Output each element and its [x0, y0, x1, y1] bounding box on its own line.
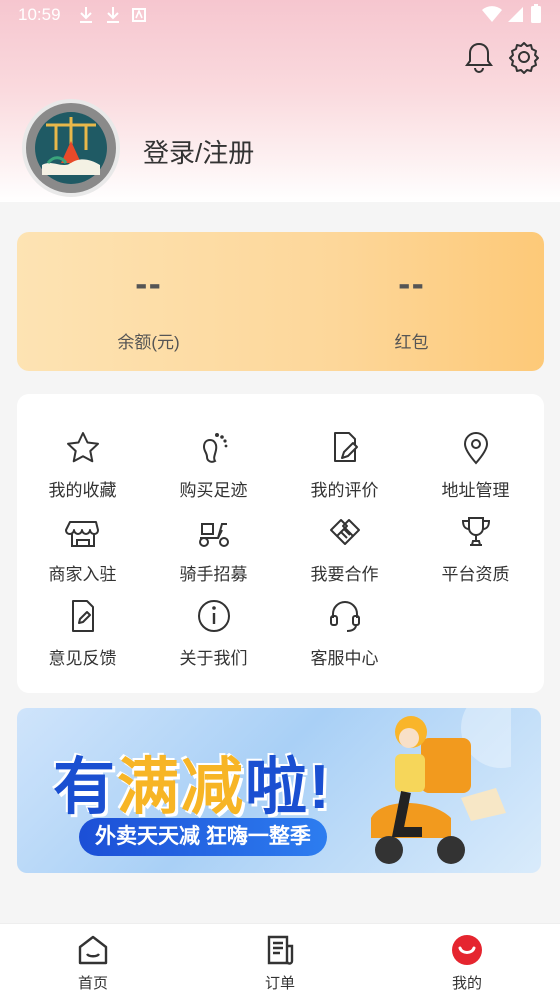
- status-time: 10:59: [18, 5, 61, 24]
- menu-item-merchant[interactable]: 商家入驻: [17, 514, 148, 594]
- signal-icon: [508, 7, 523, 22]
- banner-title-highlight: 满减: [117, 753, 246, 822]
- tab-label: 订单: [264, 975, 295, 992]
- edit-document-icon: [333, 432, 358, 462]
- bottom-tab-bar: 首页 订单 我的: [0, 923, 560, 997]
- menu-item-label: 购买足迹: [179, 481, 248, 500]
- banner-title-part: 有: [53, 753, 118, 822]
- menu-item-label: 我的收藏: [48, 481, 117, 500]
- menu-item-label: 关于我们: [179, 649, 248, 668]
- menu-item-label: 我的评价: [310, 481, 379, 500]
- settings-gear-icon[interactable]: [507, 40, 541, 74]
- footprint-icon: [202, 433, 227, 463]
- red-packet-stat[interactable]: -- 红包: [280, 232, 543, 371]
- balance-stat[interactable]: -- 余额(元): [17, 232, 280, 371]
- home-icon: [78, 935, 108, 965]
- profile-icon: [452, 935, 482, 965]
- menu-item-label: 意见反馈: [48, 649, 117, 668]
- avatar[interactable]: [22, 99, 120, 197]
- tab-home[interactable]: 首页: [33, 924, 153, 997]
- menu-item-label: 我要合作: [310, 565, 379, 584]
- menu-item-qualification[interactable]: 平台资质: [410, 514, 541, 594]
- red-packet-label: 红包: [394, 333, 429, 352]
- login-register-link[interactable]: 登录/注册: [143, 133, 254, 170]
- red-packet-value: --: [398, 268, 425, 303]
- scooter-icon: [198, 523, 229, 547]
- wallet-card: -- 余额(元) -- 红包: [17, 232, 544, 371]
- headset-icon: [329, 601, 360, 632]
- balance-label: 余额(元): [117, 333, 180, 352]
- promo-banner[interactable]: 有满减啦! 外卖天天减 狂嗨一整季: [17, 708, 541, 873]
- download-icon: [80, 7, 92, 23]
- menu-item-rider[interactable]: 骑手招募: [148, 514, 279, 594]
- menu-item-favorites[interactable]: 我的收藏: [17, 430, 148, 510]
- tab-label: 我的: [451, 975, 482, 992]
- feedback-document-icon: [71, 600, 94, 632]
- menu-item-label: 商家入驻: [48, 565, 117, 584]
- balance-value: --: [135, 268, 162, 303]
- menu-item-label: 骑手招募: [179, 565, 248, 584]
- orders-icon: [267, 935, 294, 965]
- service-menu: 我的收藏 购买足迹 我的评价 地址管理 商家入驻 骑手招募 我要合作 平台资质 …: [17, 394, 544, 693]
- status-bar: 10:59: [0, 0, 560, 32]
- menu-item-address[interactable]: 地址管理: [410, 430, 541, 510]
- star-icon: [66, 432, 99, 463]
- app-notification-icon: [132, 8, 146, 22]
- banner-subtitle: 外卖天天减 狂嗨一整季: [79, 818, 327, 856]
- menu-item-reviews[interactable]: 我的评价: [279, 430, 410, 510]
- handshake-icon: [329, 519, 360, 545]
- menu-item-about[interactable]: 关于我们: [148, 598, 279, 678]
- battery-icon: [531, 4, 541, 23]
- menu-item-cooperation[interactable]: 我要合作: [279, 514, 410, 594]
- menu-item-label: 客服中心: [310, 649, 379, 668]
- tab-profile[interactable]: 我的: [407, 924, 527, 997]
- menu-item-customer-service[interactable]: 客服中心: [279, 598, 410, 678]
- trophy-icon: [461, 517, 490, 546]
- location-pin-icon: [463, 432, 488, 465]
- wifi-icon: [482, 6, 502, 22]
- menu-item-label: 平台资质: [441, 565, 510, 584]
- download-icon: [107, 7, 119, 23]
- shop-icon: [64, 521, 99, 547]
- info-icon: [197, 600, 230, 632]
- delivery-rider-illustration: [371, 708, 511, 864]
- menu-item-footprints[interactable]: 购买足迹: [148, 430, 279, 510]
- menu-item-label: 地址管理: [441, 481, 510, 500]
- banner-title: 有满减啦!: [53, 736, 332, 826]
- profile-header: 10:59 登录/注册: [0, 0, 560, 202]
- menu-item-feedback[interactable]: 意见反馈: [17, 598, 148, 678]
- app-logo-icon: [35, 112, 107, 184]
- tab-orders[interactable]: 订单: [220, 924, 340, 997]
- tab-label: 首页: [77, 975, 108, 992]
- notification-bell-icon[interactable]: [462, 40, 496, 74]
- banner-title-part: 啦!: [245, 753, 332, 822]
